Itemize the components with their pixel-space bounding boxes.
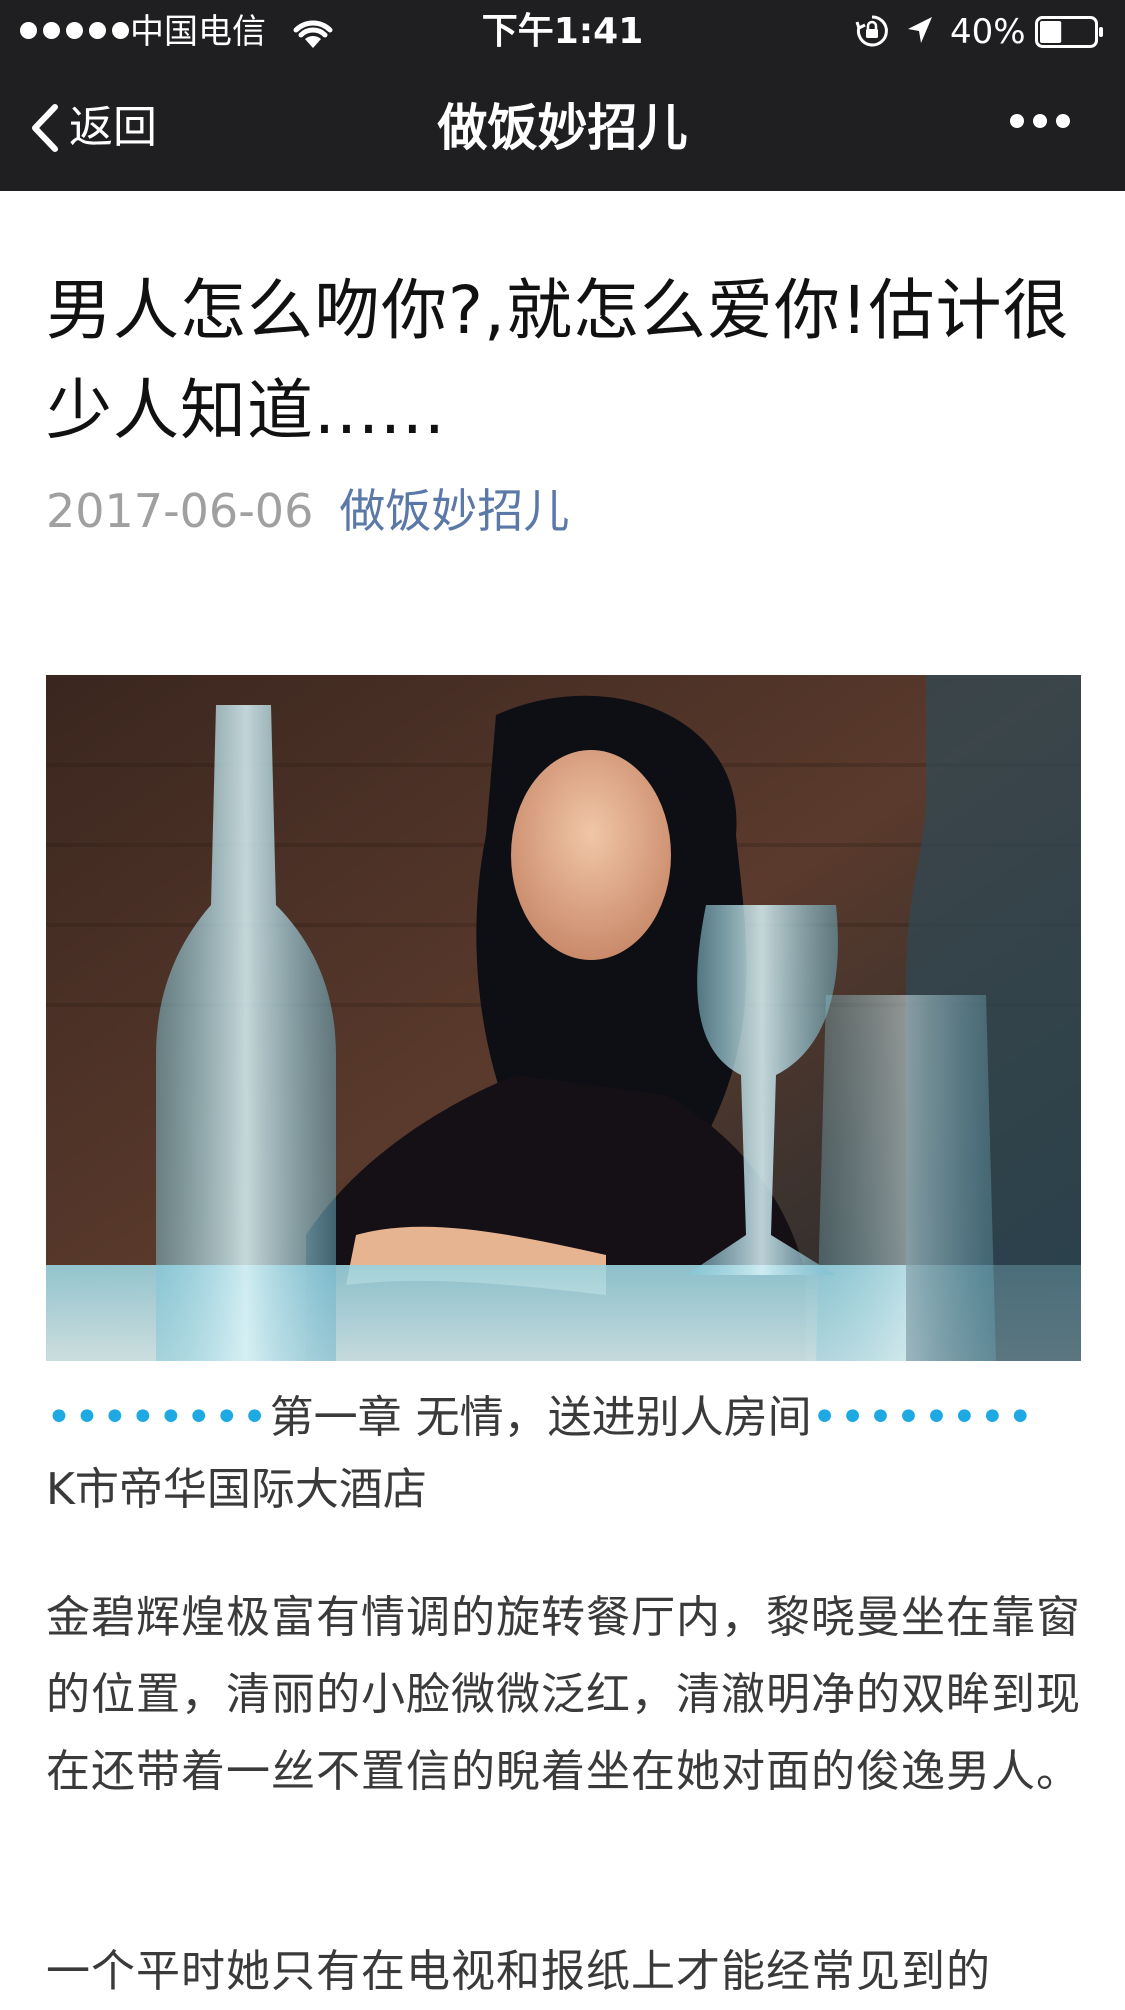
nav-bar: 返回 做饭妙招儿	[0, 64, 1125, 191]
back-label: 返回	[69, 102, 157, 153]
account-link[interactable]: 做饭妙招儿	[339, 479, 569, 543]
hero-image[interactable]	[46, 675, 1081, 1361]
back-button[interactable]: 返回	[25, 96, 157, 160]
chapter-heading: ••••••••第一章 无情，送进别人房间••••••••	[46, 1387, 1081, 1449]
chapter-dots-left: ••••••••	[46, 1392, 270, 1443]
more-options-button[interactable]	[1010, 114, 1070, 128]
nav-title: 做饭妙招儿	[437, 99, 688, 157]
more-dots-icon	[1010, 114, 1024, 128]
chapter-dots-right: ••••••••	[811, 1392, 1036, 1443]
orientation-lock-icon	[855, 15, 888, 47]
chapter-title: 第一章 无情，送进别人房间	[269, 1392, 812, 1443]
wifi-icon	[293, 20, 333, 48]
status-bar: 中国电信 下午1:41 40%	[0, 0, 1125, 64]
location-line: K市帝华国际大酒店	[46, 1464, 427, 1515]
paragraph-2: 一个平时她只有在电视和报纸上才能经常见到的	[46, 1946, 991, 1997]
carrier-name: 中国电信	[130, 12, 266, 52]
location-arrow-icon	[908, 17, 932, 43]
top-bars: 中国电信 下午1:41 40% 返回 做饭妙招儿	[0, 0, 1125, 191]
paragraph-1: 金碧辉煌极富有情调的旋转餐厅内，黎晓曼坐在靠窗的位置，清丽的小脸微微泛红，清澈明…	[46, 1592, 1081, 1797]
article: 男人怎么吻你?,就怎么爱你!估计很少人知道...... 2017-06-06 做…	[46, 191, 1081, 1997]
publish-date: 2017-06-06	[46, 484, 314, 538]
battery-icon	[1035, 16, 1103, 48]
article-title: 男人怎么吻你?,就怎么爱你!估计很少人知道......	[46, 272, 1070, 449]
signal-strength-icon	[20, 22, 129, 39]
chevron-left-icon	[32, 104, 58, 152]
battery-percent: 40%	[950, 12, 1026, 52]
article-meta: 2017-06-06 做饭妙招儿	[46, 479, 1081, 543]
